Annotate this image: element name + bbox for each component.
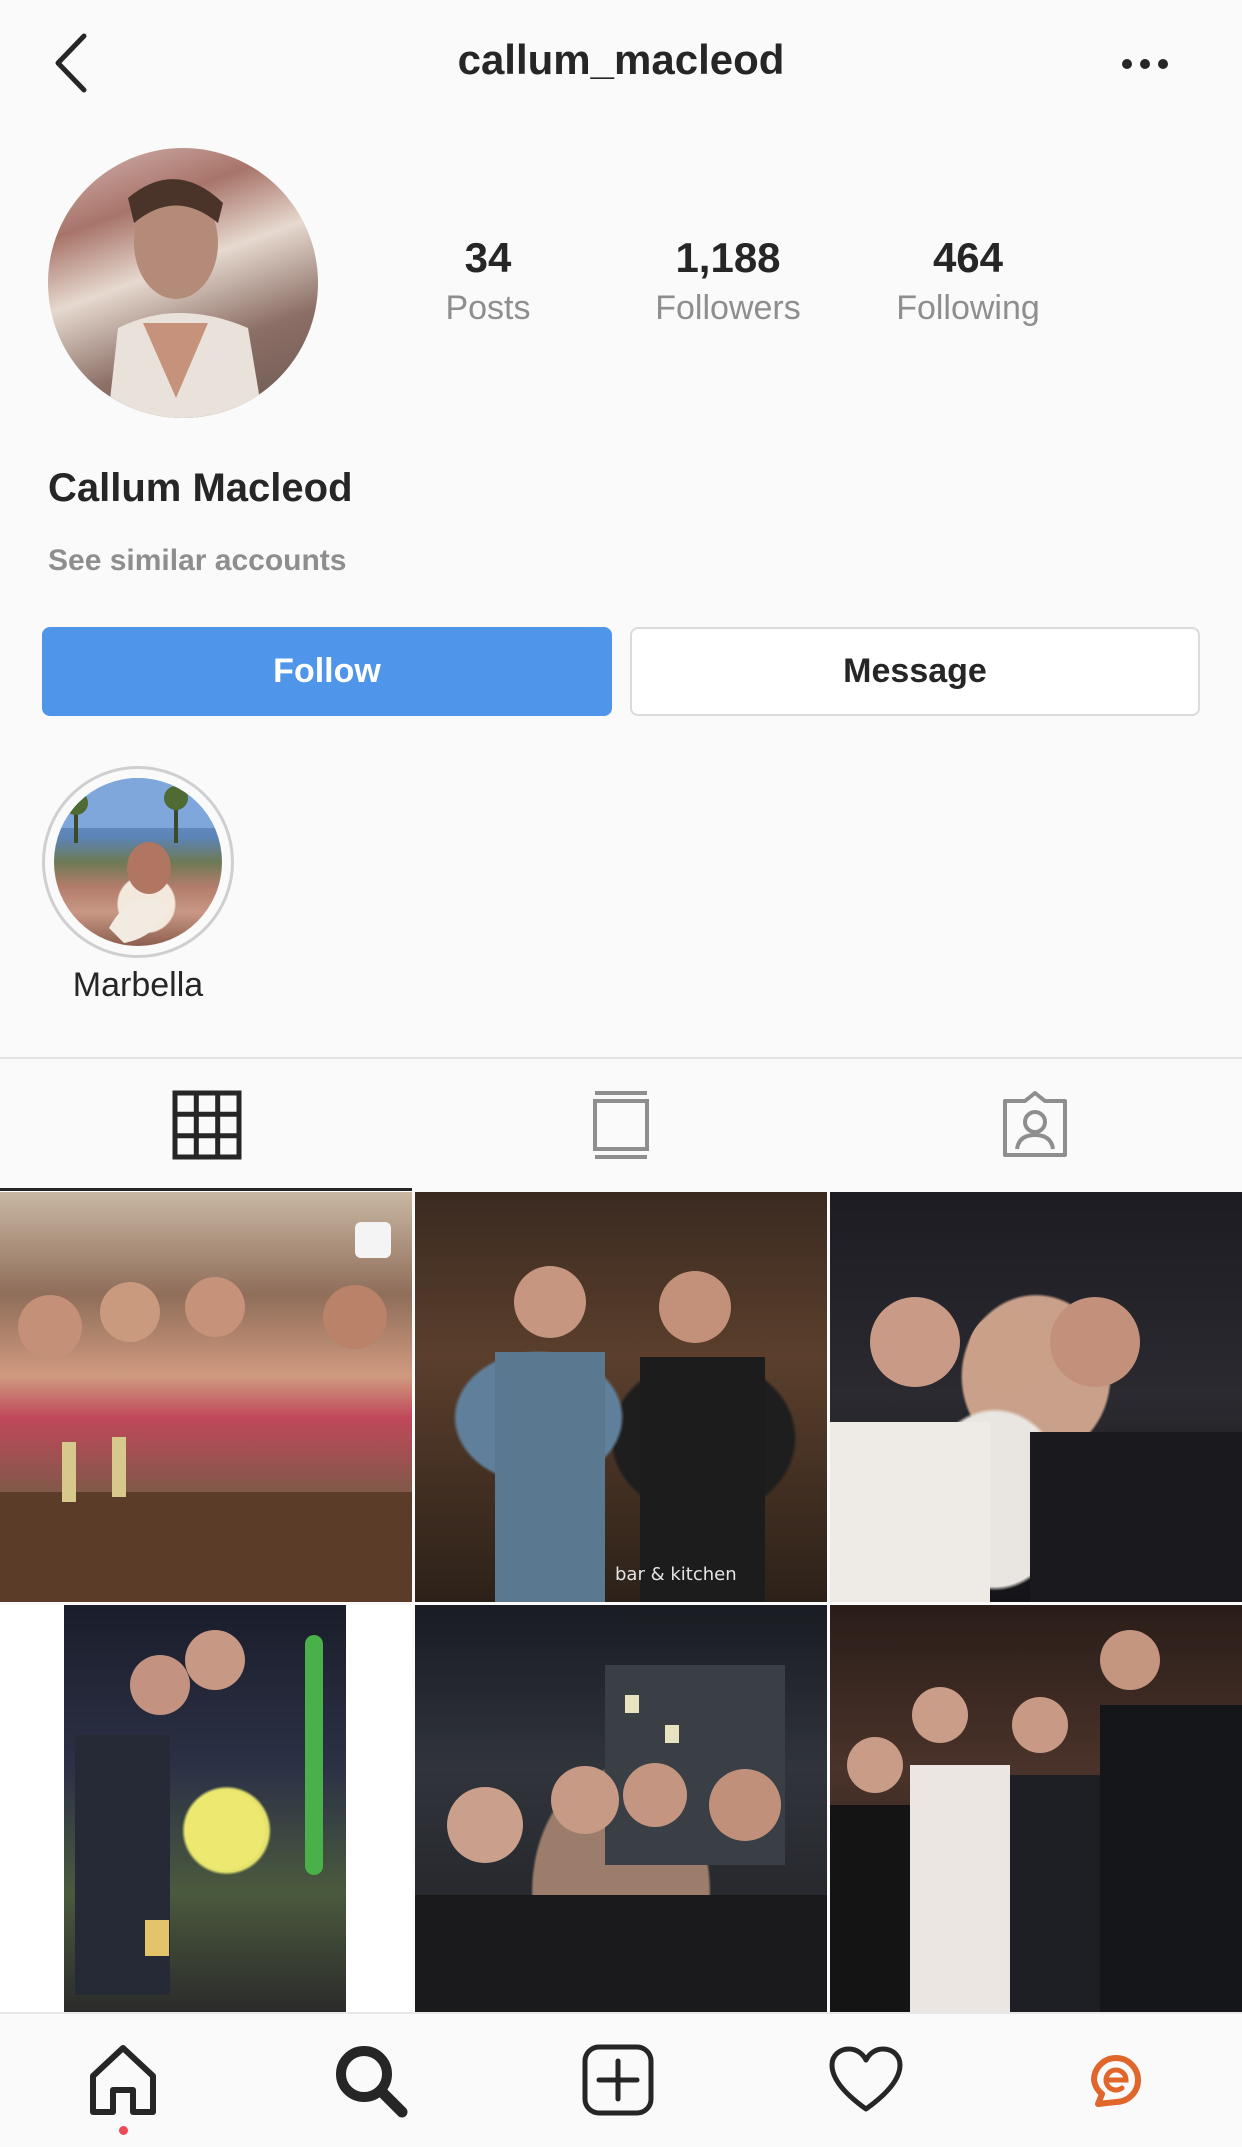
profile-icon [1091, 2055, 1141, 2107]
nav-search[interactable] [330, 2040, 410, 2120]
nav-home[interactable] [83, 2040, 163, 2120]
following-stat[interactable]: 464 Following [858, 232, 1078, 332]
nav-activity[interactable] [826, 2040, 906, 2120]
add-post-icon [582, 2044, 654, 2116]
see-similar-accounts-link[interactable]: See similar accounts [48, 544, 346, 578]
tab-grid[interactable] [0, 1060, 414, 1190]
following-count: 464 [932, 234, 1004, 281]
post-thumbnail[interactable] [830, 1192, 1242, 1602]
posts-count: 34 [464, 234, 512, 281]
nav-add-post[interactable] [578, 2040, 658, 2120]
posts-label: Posts [445, 289, 531, 327]
post-thumbnail[interactable] [0, 1605, 412, 2015]
active-tab-indicator [0, 1188, 412, 1191]
post-thumbnail[interactable]: bar & kitchen [415, 1192, 827, 1602]
ellipsis-icon[interactable] [1120, 56, 1170, 72]
profile-username-title: callum_macleod [457, 36, 785, 83]
search-icon [336, 2046, 408, 2118]
posts-stat: 34 Posts [378, 232, 598, 332]
tabs-divider [0, 1057, 1242, 1059]
message-button[interactable]: Message [630, 627, 1200, 716]
profile-avatar[interactable] [48, 148, 318, 418]
tab-tagged[interactable] [828, 1060, 1242, 1190]
grid-icon [172, 1090, 242, 1160]
tab-feed[interactable] [414, 1060, 828, 1190]
highlight-label: Marbella [72, 966, 204, 1004]
tagged-icon [1003, 1091, 1067, 1157]
heart-icon [829, 2046, 903, 2112]
followers-label: Followers [655, 289, 801, 327]
feed-icon [593, 1091, 649, 1159]
post-thumbnail[interactable] [830, 1605, 1242, 2015]
highlight-cover-marbella[interactable] [54, 778, 222, 946]
post-thumbnail[interactable] [415, 1605, 827, 2015]
post-caption: bar & kitchen [615, 1564, 737, 1585]
home-icon [90, 2045, 156, 2115]
nav-profile[interactable] [1076, 2040, 1156, 2120]
home-notification-dot [119, 2126, 128, 2135]
post-thumbnail[interactable] [0, 1192, 412, 1602]
posts-grid: bar & kitchen [0, 1192, 1242, 2015]
followers-stat[interactable]: 1,188 Followers [618, 232, 838, 332]
following-label: Following [896, 289, 1040, 327]
display-name: Callum Macleod [48, 466, 353, 510]
followers-count: 1,188 [675, 234, 781, 281]
follow-button[interactable]: Follow [42, 627, 612, 716]
